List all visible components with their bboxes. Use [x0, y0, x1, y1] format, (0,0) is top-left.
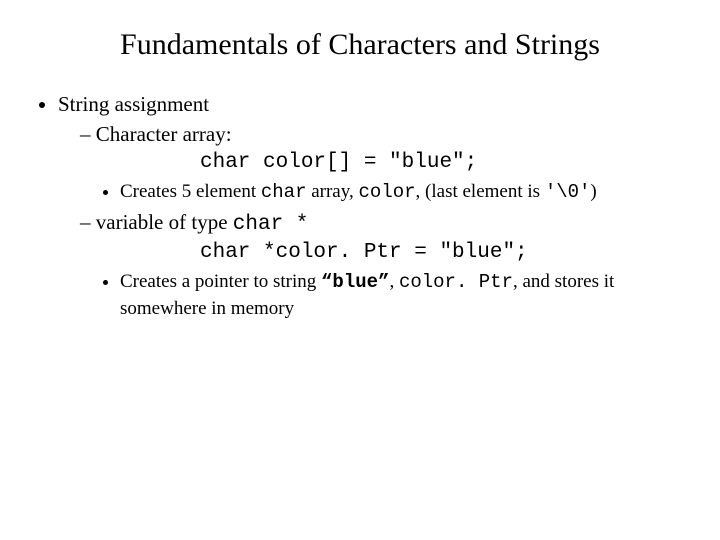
inline-code: “blue”	[321, 271, 389, 293]
sub-sub-list: Creates 5 element char array, color, (la…	[80, 179, 690, 206]
slide-title: Fundamentals of Characters and Strings	[50, 28, 670, 62]
text: Character array:	[96, 122, 232, 146]
slide: Fundamentals of Characters and Strings S…	[0, 0, 720, 322]
code-line: char *color. Ptr = "blue";	[200, 239, 690, 267]
text: )	[590, 181, 596, 202]
text: variable of type	[96, 210, 233, 234]
text: array,	[306, 181, 358, 202]
list-item: variable of type char * char *color. Ptr…	[80, 208, 690, 322]
text: , (last element is	[416, 181, 545, 202]
inline-code: char *	[233, 213, 309, 236]
text: ,	[389, 271, 399, 292]
list-item: Creates 5 element char array, color, (la…	[120, 179, 690, 206]
bullet-list: String assignment Character array: char …	[30, 90, 690, 322]
text: Creates 5 element	[120, 181, 261, 202]
inline-code: color. Ptr	[399, 271, 513, 293]
text: Creates a pointer to string	[120, 271, 321, 292]
sub-sub-list: Creates a pointer to string “blue”, colo…	[80, 269, 690, 321]
inline-code: '\0'	[545, 181, 591, 203]
inline-code: char	[261, 181, 307, 203]
sub-list: Character array: char color[] = "blue"; …	[58, 120, 690, 321]
text: String assignment	[58, 92, 209, 116]
list-item: Character array: char color[] = "blue"; …	[80, 120, 690, 205]
inline-code: color	[359, 181, 416, 203]
code-line: char color[] = "blue";	[200, 149, 690, 177]
list-item: String assignment Character array: char …	[58, 90, 690, 322]
list-item: Creates a pointer to string “blue”, colo…	[120, 269, 690, 321]
